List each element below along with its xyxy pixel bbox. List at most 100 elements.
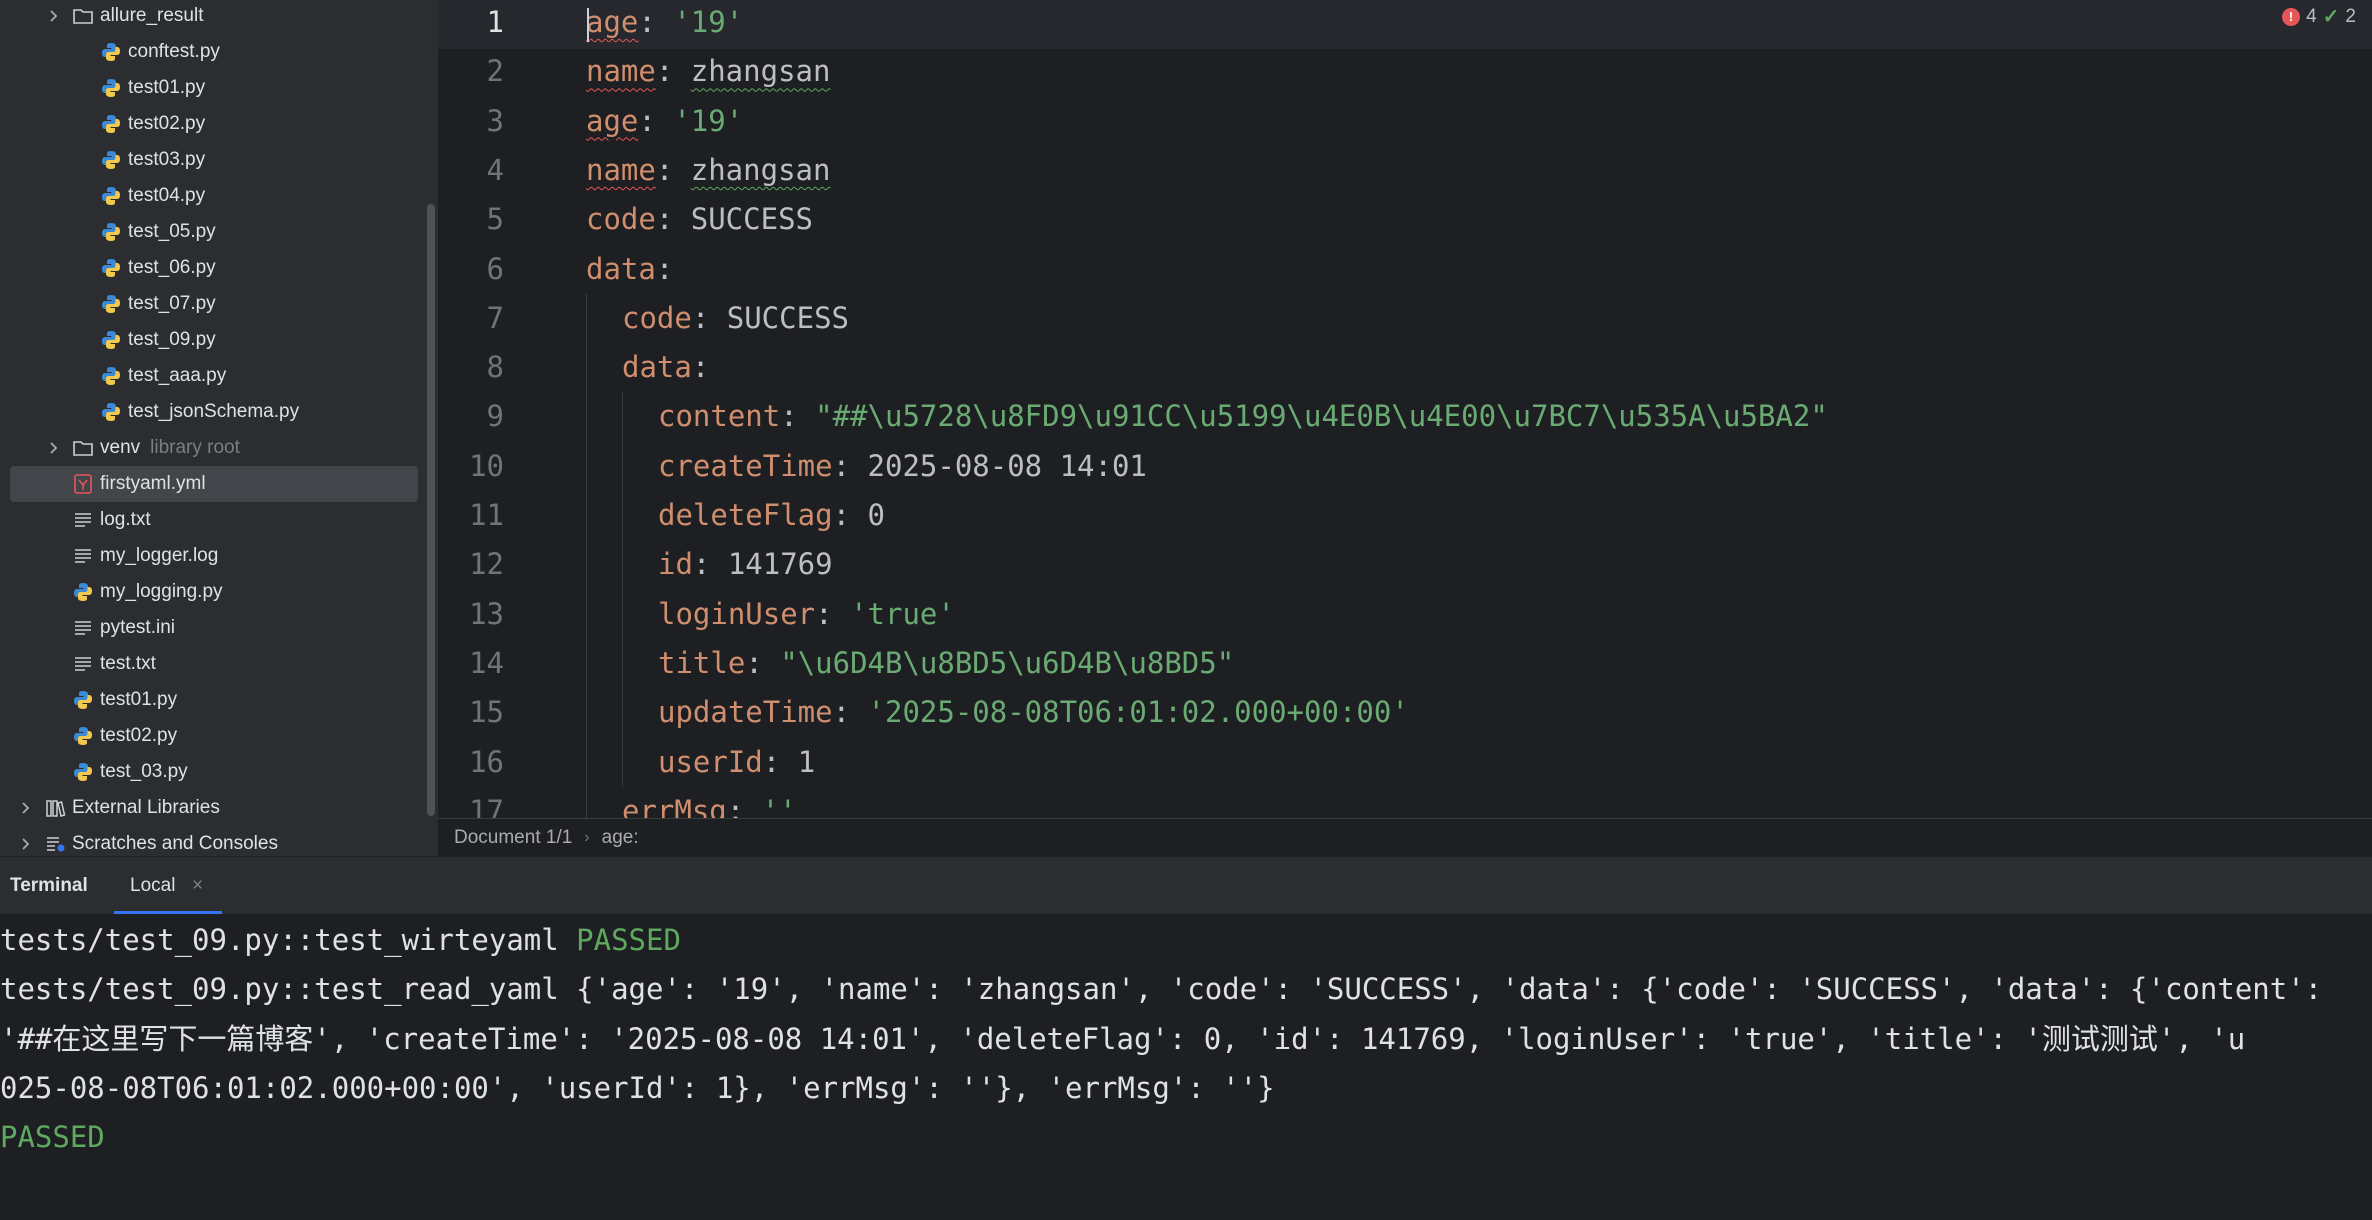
code-line[interactable]: age: '19'	[586, 0, 743, 47]
tree-item[interactable]: test02.py	[0, 718, 428, 754]
yaml-key: age	[586, 5, 639, 39]
tree-item[interactable]: test04.py	[0, 178, 428, 214]
tree-item[interactable]: log.txt	[0, 502, 428, 538]
code-editor[interactable]: 1 2 3 4 5 6 7 8 9 10 11 12 13 14 15 16 17 age: '19' name:…	[438, 0, 2372, 818]
scratch-icon	[44, 833, 66, 855]
tree-item[interactable]: my_logging.py	[0, 574, 428, 610]
tree-item[interactable]: test_03.py	[0, 754, 428, 790]
yaml-punctuation: :	[655, 152, 691, 187]
code-line[interactable]: userId: 1	[658, 738, 815, 787]
tree-item[interactable]: pytest.ini	[0, 610, 428, 646]
tree-item[interactable]: Scratches and Consoles	[0, 826, 428, 856]
tab-local[interactable]: Local ×	[114, 857, 222, 915]
code-line[interactable]: content: "##\u5728\u8FD9\u91CC\u5199\u4E…	[658, 392, 1828, 441]
code-line[interactable]: data:	[586, 245, 673, 294]
code-line[interactable]: errMsg: ''	[622, 787, 797, 818]
yaml-value: 2025-08-08 14:01	[867, 448, 1147, 483]
code-line[interactable]: updateTime: '2025-08-08T06:01:02.000+00:…	[658, 688, 1409, 737]
terminal-output[interactable]: tests/test_09.py::test_wirteyaml PASSED t…	[0, 914, 2372, 1220]
yaml-value: '19'	[673, 103, 744, 138]
terminal-toolbar: Terminal Local ×	[0, 856, 2372, 914]
tree-item[interactable]: test_07.py	[0, 286, 428, 322]
code-line[interactable]: name: zhangsan	[586, 47, 830, 96]
yaml-punctuation: :	[815, 596, 851, 631]
terminal-text: '##在这里写下一篇博客', 'createTime': '2025-08-08…	[0, 1021, 2246, 1056]
line-number: 4	[486, 152, 504, 187]
yaml-key: errMsg	[622, 793, 727, 818]
tree-item-label: test03.py	[128, 149, 206, 170]
code-line[interactable]: createTime: 2025-08-08 14:01	[658, 442, 1147, 491]
chevron-right-icon[interactable]	[16, 798, 36, 818]
line-number: 10	[469, 448, 504, 483]
tree-item-label: allure_result	[100, 5, 204, 26]
tree-item[interactable]: test01.py	[0, 682, 428, 718]
tree-item[interactable]: test_aaa.py	[0, 358, 428, 394]
terminal-line: tests/test_09.py::test_read_yaml {'age':…	[0, 965, 2322, 1014]
tree-item[interactable]: venv library root	[0, 430, 428, 466]
folder-icon	[72, 5, 94, 27]
tree-item-label: Scratches and Consoles	[72, 833, 278, 854]
code-line[interactable]: code: SUCCESS	[586, 195, 813, 244]
passed-status: PASSED	[576, 923, 681, 957]
line-number: 8	[486, 350, 504, 385]
tree-item[interactable]: test03.py	[0, 142, 428, 178]
tree-item[interactable]: test01.py	[0, 70, 428, 106]
tree-item[interactable]: External Libraries	[0, 790, 428, 826]
tree-item[interactable]: allure_result	[0, 0, 428, 34]
tree-item[interactable]: my_logger.log	[0, 538, 428, 574]
chevron-right-icon[interactable]	[44, 6, 64, 26]
line-number-gutter[interactable]: 1 2 3 4 5 6 7 8 9 10 11 12 13 14 15 16 17	[438, 0, 548, 818]
code-line[interactable]: name: zhangsan	[586, 146, 830, 195]
tree-item-label: log.txt	[100, 509, 151, 530]
tree-item[interactable]: firstyaml.yml	[10, 466, 418, 502]
text-file-icon	[72, 653, 94, 675]
tree-item-label: my_logger.log	[100, 545, 219, 566]
line-number: 3	[486, 103, 504, 138]
python-file-icon	[100, 185, 122, 207]
chevron-right-icon[interactable]	[16, 834, 36, 854]
error-icon: !	[2282, 7, 2301, 26]
code-line[interactable]: age: '19'	[586, 97, 743, 146]
text-caret	[587, 8, 589, 42]
tree-item[interactable]: test_06.py	[0, 250, 428, 286]
yaml-key: name	[586, 152, 656, 187]
indent-guide	[586, 293, 587, 818]
tree-item[interactable]: test02.py	[0, 106, 428, 142]
line-number: 2	[486, 54, 504, 89]
tree-item[interactable]: test_05.py	[0, 214, 428, 250]
tree-item[interactable]: conftest.py	[0, 34, 428, 70]
breadcrumb-document[interactable]: Document 1/1	[454, 827, 572, 849]
tree-item[interactable]: test_jsonSchema.py	[0, 394, 428, 430]
python-file-icon	[100, 365, 122, 387]
yaml-key: createTime	[658, 448, 833, 483]
tree-item-label: venv	[100, 437, 141, 458]
code-line[interactable]: code: SUCCESS	[622, 294, 849, 343]
passed-status: PASSED	[0, 1120, 105, 1155]
code-line[interactable]: title: "\u6D4B\u8BD5\u6D4B\u8BD5"	[658, 639, 1234, 688]
terminal-text: 025-08-08T06:01:02.000+00:00', 'userId':…	[0, 1070, 1275, 1105]
python-file-icon	[72, 581, 94, 603]
code-line[interactable]: id: 141769	[658, 540, 833, 589]
inspection-widget[interactable]: ! 4 ✓ 2	[2282, 4, 2356, 29]
chevron-right-icon[interactable]	[44, 438, 64, 458]
check-icon: ✓	[2322, 6, 2340, 28]
code-line[interactable]: deleteFlag: 0	[658, 491, 885, 540]
line-number: 11	[469, 498, 504, 532]
tree-scrollbar-thumb[interactable]	[427, 204, 435, 816]
project-tree-panel: allure_result conftest.py test01.py test02.…	[0, 0, 438, 856]
tree-item-label: firstyaml.yml	[100, 473, 206, 494]
close-icon[interactable]: ×	[192, 875, 203, 897]
text-file-icon	[72, 545, 94, 567]
folder-icon	[72, 437, 94, 459]
tree-item[interactable]: test_09.py	[0, 322, 428, 358]
tree-item[interactable]: test.txt	[0, 646, 428, 682]
yaml-punctuation: :	[655, 54, 691, 89]
yaml-punctuation: :	[832, 498, 868, 532]
yaml-value: '19'	[673, 5, 744, 39]
code-line[interactable]: loginUser: 'true'	[658, 590, 955, 639]
breadcrumb-key[interactable]: age:	[602, 827, 639, 849]
yaml-punctuation: :	[638, 103, 674, 138]
code-line[interactable]: data:	[622, 343, 709, 392]
python-file-icon	[100, 77, 122, 99]
yaml-punctuation: :	[655, 251, 674, 286]
